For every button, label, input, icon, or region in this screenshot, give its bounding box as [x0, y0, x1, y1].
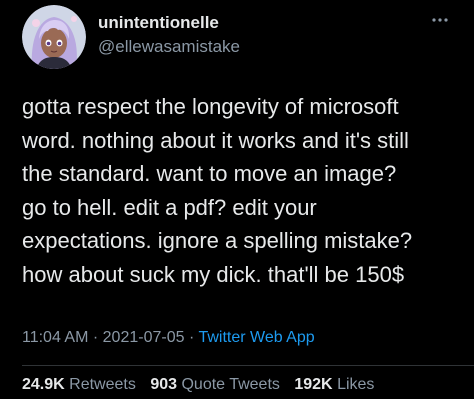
- likes-stat[interactable]: 192K Likes: [294, 376, 374, 393]
- tweet-source-link[interactable]: Twitter Web App: [198, 329, 314, 346]
- tweet-meta: 11:04 AM · 2021-07-05 · Twitter Web App: [22, 329, 315, 347]
- tweet-text-line: go to hell. edit a pdf? edit your: [22, 194, 317, 220]
- tweet-time[interactable]: 11:04 AM: [22, 329, 88, 346]
- likes-count: 192K: [294, 376, 333, 393]
- quote-tweets-count: 903: [150, 376, 178, 393]
- quote-tweets-stat[interactable]: 903 Quote Tweets: [150, 376, 280, 393]
- tweet-text-line: word. nothing about it works and it's st…: [22, 127, 409, 153]
- display-name[interactable]: unintentionelle: [98, 13, 219, 33]
- divider: [22, 365, 474, 366]
- retweets-label: Retweets: [69, 376, 136, 393]
- tweet-text-line: how about suck my dick. that'll be 150$: [22, 261, 405, 287]
- quote-tweets-label: Quote Tweets: [181, 376, 280, 393]
- avatar[interactable]: [22, 5, 86, 69]
- tweet-text-line: expectations. ignore a spelling mistake?: [22, 228, 413, 253]
- retweets-count: 24.9K: [22, 376, 65, 393]
- tweet-text: gotta respect the longevity of microsoft…: [22, 90, 462, 291]
- tweet-text-line: the standard. want to move an image?: [22, 161, 397, 186]
- more-options-icon[interactable]: [428, 12, 452, 28]
- anime-avatar-icon: [22, 5, 86, 69]
- meta-separator: ·: [92, 329, 99, 346]
- likes-label: Likes: [337, 376, 375, 393]
- tweet-text-line: gotta respect the longevity of microsoft: [22, 94, 399, 119]
- user-handle[interactable]: @ellewasamistake: [98, 37, 240, 57]
- tweet-stats: 24.9K Retweets 903 Quote Tweets 192K Lik…: [22, 376, 384, 394]
- retweets-stat[interactable]: 24.9K Retweets: [22, 376, 136, 393]
- meta-separator: ·: [188, 329, 195, 346]
- tweet-date[interactable]: 2021-07-05: [103, 329, 185, 346]
- tweet: unintentionelle @ellewasamistake gotta r…: [0, 0, 474, 399]
